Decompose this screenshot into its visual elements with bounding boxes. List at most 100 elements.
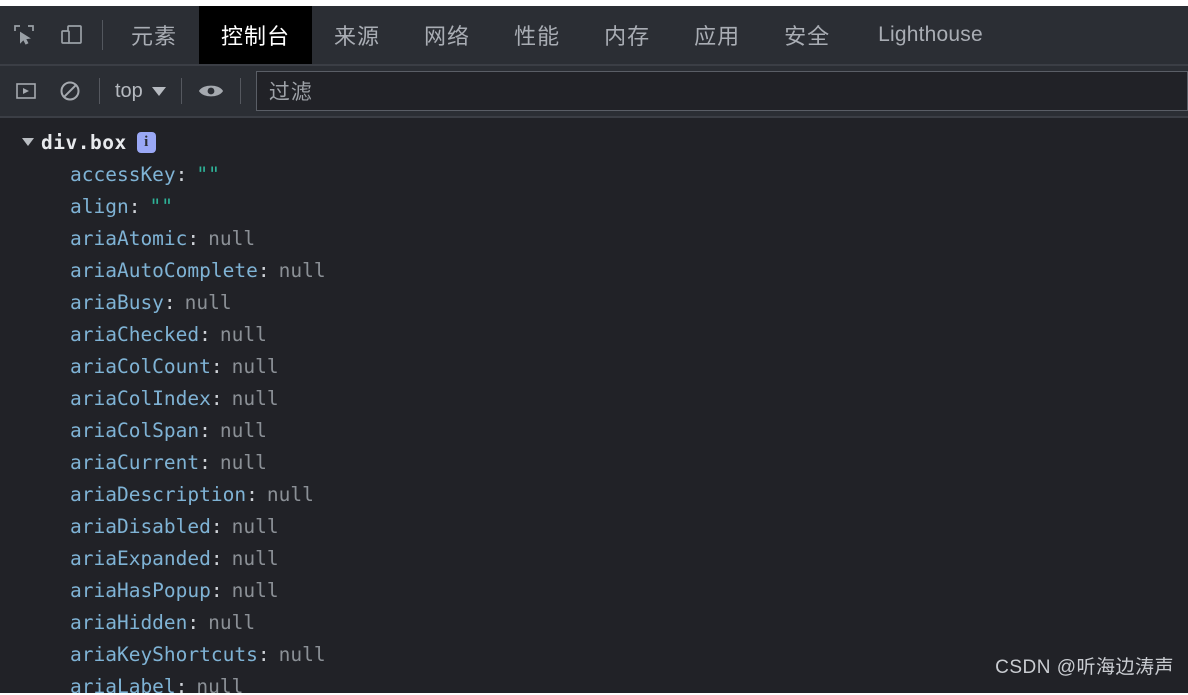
property-value: null — [219, 418, 267, 442]
console-filter-input[interactable]: 过滤 — [255, 71, 1188, 111]
device-toolbar-icon[interactable] — [48, 6, 96, 64]
property-name: ariaColIndex — [70, 386, 211, 410]
property-colon: : — [210, 578, 223, 602]
tab-label: 性能 — [514, 24, 561, 49]
object-property-row[interactable]: ariaDescription: null — [0, 478, 1188, 510]
property-colon: : — [128, 194, 141, 218]
tab-performance[interactable]: 性能 — [492, 6, 582, 64]
property-colon: : — [199, 450, 211, 474]
property-name: ariaHasPopup — [70, 578, 211, 602]
toolbar-divider — [239, 78, 241, 104]
object-property-row[interactable]: ariaExpanded: null — [0, 542, 1188, 574]
property-name: ariaHidden — [70, 610, 188, 634]
property-colon: : — [199, 322, 211, 346]
tab-label: 控制台 — [221, 24, 291, 49]
clear-console-icon[interactable] — [48, 69, 92, 113]
property-colon: : — [199, 418, 211, 442]
devtools-tabbar: 元素 控制台 来源 网络 性能 内存 应用 安全 Lighthouse — [0, 6, 1188, 66]
info-badge-icon[interactable]: i — [136, 131, 156, 153]
console-output[interactable]: div.box i accessKey: "" align: "" ariaAtomic… — [0, 118, 1188, 693]
property-value: null — [219, 322, 267, 346]
console-object-header[interactable]: div.box i — [0, 126, 1188, 158]
object-property-list: accessKey: "" align: "" ariaAtomic: null ariaA… — [0, 158, 1188, 694]
execution-context-value: top — [115, 79, 143, 102]
toolbar-divider — [99, 78, 100, 104]
tab-label: 内存 — [604, 24, 651, 49]
tab-sources[interactable]: 来源 — [312, 6, 402, 64]
property-colon: : — [210, 386, 223, 410]
object-property-row[interactable]: accessKey: "" — [0, 158, 1188, 190]
inspect-element-icon[interactable] — [0, 6, 48, 64]
object-property-row[interactable]: ariaAtomic: null — [0, 222, 1188, 254]
property-name: ariaAutoComplete — [70, 258, 258, 282]
object-property-row[interactable]: ariaColCount: null — [0, 350, 1188, 382]
tab-label: 来源 — [334, 24, 381, 49]
property-name: ariaExpanded — [70, 546, 211, 570]
tab-label: 应用 — [694, 24, 741, 49]
property-colon: : — [163, 290, 176, 314]
property-name: ariaBusy — [70, 290, 164, 314]
object-property-row[interactable]: align: "" — [0, 190, 1188, 222]
watermark: CSDN @听海边涛声 — [995, 657, 1174, 678]
property-name: ariaLabel — [70, 674, 176, 694]
chevron-down-icon — [151, 86, 166, 96]
property-colon: : — [175, 674, 188, 694]
object-property-row[interactable]: ariaColSpan: null — [0, 414, 1188, 446]
console-sidebar-icon[interactable] — [4, 69, 48, 113]
collapse-triangle-icon[interactable] — [22, 138, 34, 146]
tab-lighthouse[interactable]: Lighthouse — [852, 6, 1009, 64]
property-name: ariaKeyShortcuts — [70, 642, 258, 666]
object-property-row[interactable]: ariaCurrent: null — [0, 446, 1188, 478]
property-value: null — [231, 546, 279, 570]
property-colon: : — [210, 514, 223, 538]
tab-elements[interactable]: 元素 — [109, 6, 199, 64]
property-name: ariaColCount — [70, 354, 211, 378]
tab-security[interactable]: 安全 — [762, 6, 852, 64]
property-value: null — [278, 642, 326, 666]
property-value: null — [231, 578, 279, 602]
property-value: null — [231, 354, 279, 378]
property-value: "" — [196, 162, 220, 186]
property-name: ariaColSpan — [70, 418, 200, 442]
property-colon: : — [210, 546, 223, 570]
property-name: accessKey — [70, 162, 176, 186]
object-property-row[interactable]: ariaColIndex: null — [0, 382, 1188, 414]
property-value: null — [208, 226, 256, 250]
property-name: ariaAtomic — [70, 226, 188, 250]
execution-context-selector[interactable]: top — [107, 80, 174, 103]
object-property-row[interactable]: ariaHidden: null — [0, 606, 1188, 638]
tab-label: Lighthouse — [878, 23, 983, 46]
property-value: null — [184, 290, 232, 314]
property-name: ariaChecked — [70, 322, 200, 346]
object-name: div.box — [41, 130, 127, 154]
property-value: null — [266, 482, 314, 506]
property-value: null — [219, 450, 267, 474]
property-colon: : — [187, 610, 200, 634]
property-value: "" — [149, 194, 173, 218]
property-name: ariaDescription — [70, 482, 247, 506]
tab-label: 元素 — [131, 24, 178, 49]
property-colon: : — [175, 162, 188, 186]
devtools-window: 元素 控制台 来源 网络 性能 内存 应用 安全 Lighthouse top … — [0, 0, 1188, 695]
console-toolbar: top 过滤 — [0, 66, 1188, 118]
property-colon: : — [187, 226, 200, 250]
property-value: null — [231, 514, 279, 538]
tab-memory[interactable]: 内存 — [582, 6, 672, 64]
property-name: ariaDisabled — [70, 514, 211, 538]
property-colon: : — [257, 642, 270, 666]
property-value: null — [196, 674, 244, 694]
tab-application[interactable]: 应用 — [672, 6, 762, 64]
tab-network[interactable]: 网络 — [402, 6, 492, 64]
object-property-row[interactable]: ariaChecked: null — [0, 318, 1188, 350]
tab-label: 安全 — [784, 24, 831, 49]
object-property-row[interactable]: ariaAutoComplete: null — [0, 254, 1188, 286]
tab-console[interactable]: 控制台 — [199, 6, 313, 64]
tabbar-divider — [102, 20, 103, 50]
property-name: align — [70, 194, 129, 218]
object-property-row[interactable]: ariaDisabled: null — [0, 510, 1188, 542]
object-property-row[interactable]: ariaBusy: null — [0, 286, 1188, 318]
property-value: null — [208, 610, 256, 634]
property-value: null — [231, 386, 279, 410]
object-property-row[interactable]: ariaHasPopup: null — [0, 574, 1188, 606]
live-expression-eye-icon[interactable] — [189, 69, 233, 113]
